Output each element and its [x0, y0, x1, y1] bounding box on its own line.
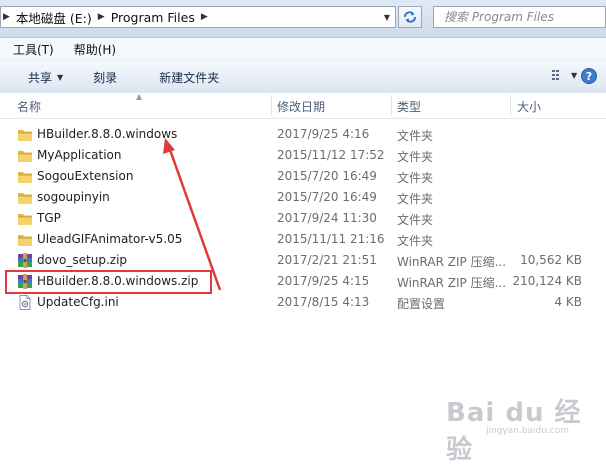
change-view-button[interactable]: ▼: [552, 69, 577, 81]
address-dropdown-icon[interactable]: ▼: [379, 7, 395, 27]
breadcrumb-separator-icon[interactable]: ▶: [1, 12, 12, 22]
burn-button[interactable]: 刻录: [93, 69, 117, 86]
column-header-type[interactable]: 类型: [397, 98, 421, 115]
command-bar: 共享 ▼ 刻录 新建文件夹 ▼ ?: [0, 60, 606, 94]
breadcrumb-separator-icon[interactable]: ▶: [199, 12, 210, 22]
chevron-down-icon: ▼: [57, 72, 64, 82]
baidu-watermark: Bai du 经验 jingyan.baidu.com: [446, 392, 586, 465]
file-name[interactable]: UpdateCfg.ini: [37, 295, 119, 309]
refresh-button[interactable]: [398, 6, 422, 28]
file-name[interactable]: dovo_setup.zip: [37, 253, 127, 267]
folder-icon: [17, 148, 33, 163]
folder-icon: [17, 127, 33, 142]
menu-tools[interactable]: 工具(T): [0, 41, 61, 58]
file-row[interactable]: SogouExtension 2015/7/20 16:49 文件夹: [0, 166, 606, 187]
file-name[interactable]: sogoupinyin: [37, 190, 110, 204]
address-bar-region: ▶ 本地磁盘 (E:) ▶ Program Files ▶ ▼: [0, 0, 606, 38]
file-name[interactable]: UleadGIFAnimator-v5.05: [37, 232, 182, 246]
file-date: 2017/9/24 11:30: [277, 211, 377, 225]
menu-help[interactable]: 帮助(H): [61, 41, 123, 58]
column-divider[interactable]: [271, 95, 272, 116]
file-date: 2017/9/25 4:15: [277, 274, 370, 288]
search-input[interactable]: [442, 9, 605, 25]
file-type: 文件夹: [397, 171, 434, 185]
address-box[interactable]: ▶ 本地磁盘 (E:) ▶ Program Files ▶ ▼: [0, 6, 396, 28]
file-type: 文件夹: [397, 150, 434, 164]
breadcrumb-folder[interactable]: Program Files: [107, 10, 199, 25]
help-icon: ?: [581, 68, 597, 84]
chevron-down-icon: ▼: [571, 70, 578, 80]
share-button[interactable]: 共享 ▼: [28, 69, 63, 86]
column-divider[interactable]: [510, 95, 511, 116]
help-button[interactable]: ?: [580, 67, 598, 88]
search-box[interactable]: [433, 6, 606, 28]
column-header-size[interactable]: 大小: [517, 98, 541, 115]
refresh-icon: [404, 11, 416, 23]
file-type: 配置设置: [397, 297, 446, 311]
menu-bar: 工具(T) 帮助(H): [0, 38, 606, 60]
file-date: 2015/7/20 16:49: [277, 169, 377, 183]
file-size: 210,124 KB: [512, 274, 582, 288]
file-row[interactable]: MyApplication 2015/11/12 17:52 文件夹: [0, 145, 606, 166]
ini-file-icon: [17, 295, 33, 310]
column-header-date[interactable]: 修改日期: [277, 98, 325, 115]
file-name[interactable]: TGP: [37, 211, 61, 225]
file-name[interactable]: MyApplication: [37, 148, 122, 162]
annotation-highlight-box: [5, 270, 212, 294]
file-date: 2017/2/21 21:51: [277, 253, 377, 267]
file-row[interactable]: TGP 2017/9/24 11:30 文件夹: [0, 208, 606, 229]
folder-icon: [17, 211, 33, 226]
sort-ascending-icon: ▲: [136, 92, 143, 101]
folder-icon: [17, 190, 33, 205]
column-headers: ▲ 名称 修改日期 类型 大小: [0, 92, 606, 119]
file-row[interactable]: UleadGIFAnimator-v5.05 2015/11/11 21:16 文件…: [0, 229, 606, 250]
file-row[interactable]: sogoupinyin 2015/7/20 16:49 文件夹: [0, 187, 606, 208]
folder-icon: [17, 232, 33, 247]
breadcrumb-drive[interactable]: 本地磁盘 (E:): [12, 8, 96, 27]
watermark-subtext: jingyan.baidu.com: [486, 426, 570, 436]
share-label: 共享: [28, 70, 53, 85]
file-row[interactable]: HBuilder.8.8.0.windows 2017/9/25 4:16 文件夹: [0, 124, 606, 145]
file-date: 2015/11/11 21:16: [277, 232, 385, 246]
breadcrumb-separator-icon[interactable]: ▶: [96, 12, 107, 22]
file-type: 文件夹: [397, 129, 434, 143]
folder-icon: [17, 169, 33, 184]
column-divider[interactable]: [391, 95, 392, 116]
file-name[interactable]: SogouExtension: [37, 169, 133, 183]
new-folder-button[interactable]: 新建文件夹: [159, 69, 219, 86]
file-type: WinRAR ZIP 压缩...: [397, 255, 507, 269]
file-type: 文件夹: [397, 234, 434, 248]
file-row[interactable]: UpdateCfg.ini 2017/8/15 4:13 配置设置 4 KB: [0, 292, 606, 313]
file-row[interactable]: dovo_setup.zip 2017/2/21 21:51 WinRAR ZIP …: [0, 250, 606, 271]
file-date: 2015/7/20 16:49: [277, 190, 377, 204]
view-grid-icon: [552, 70, 559, 80]
file-date: 2017/8/15 4:13: [277, 295, 370, 309]
file-type: 文件夹: [397, 192, 434, 206]
file-size: 10,562 KB: [520, 253, 582, 267]
column-header-name[interactable]: 名称: [17, 98, 41, 115]
file-size: 4 KB: [554, 295, 582, 309]
file-date: 2015/11/12 17:52: [277, 148, 385, 162]
winrar-zip-icon: [17, 253, 33, 268]
file-name[interactable]: HBuilder.8.8.0.windows: [37, 127, 177, 141]
file-date: 2017/9/25 4:16: [277, 127, 370, 141]
file-type: 文件夹: [397, 213, 434, 227]
svg-text:?: ?: [586, 70, 592, 83]
file-type: WinRAR ZIP 压缩...: [397, 276, 507, 290]
